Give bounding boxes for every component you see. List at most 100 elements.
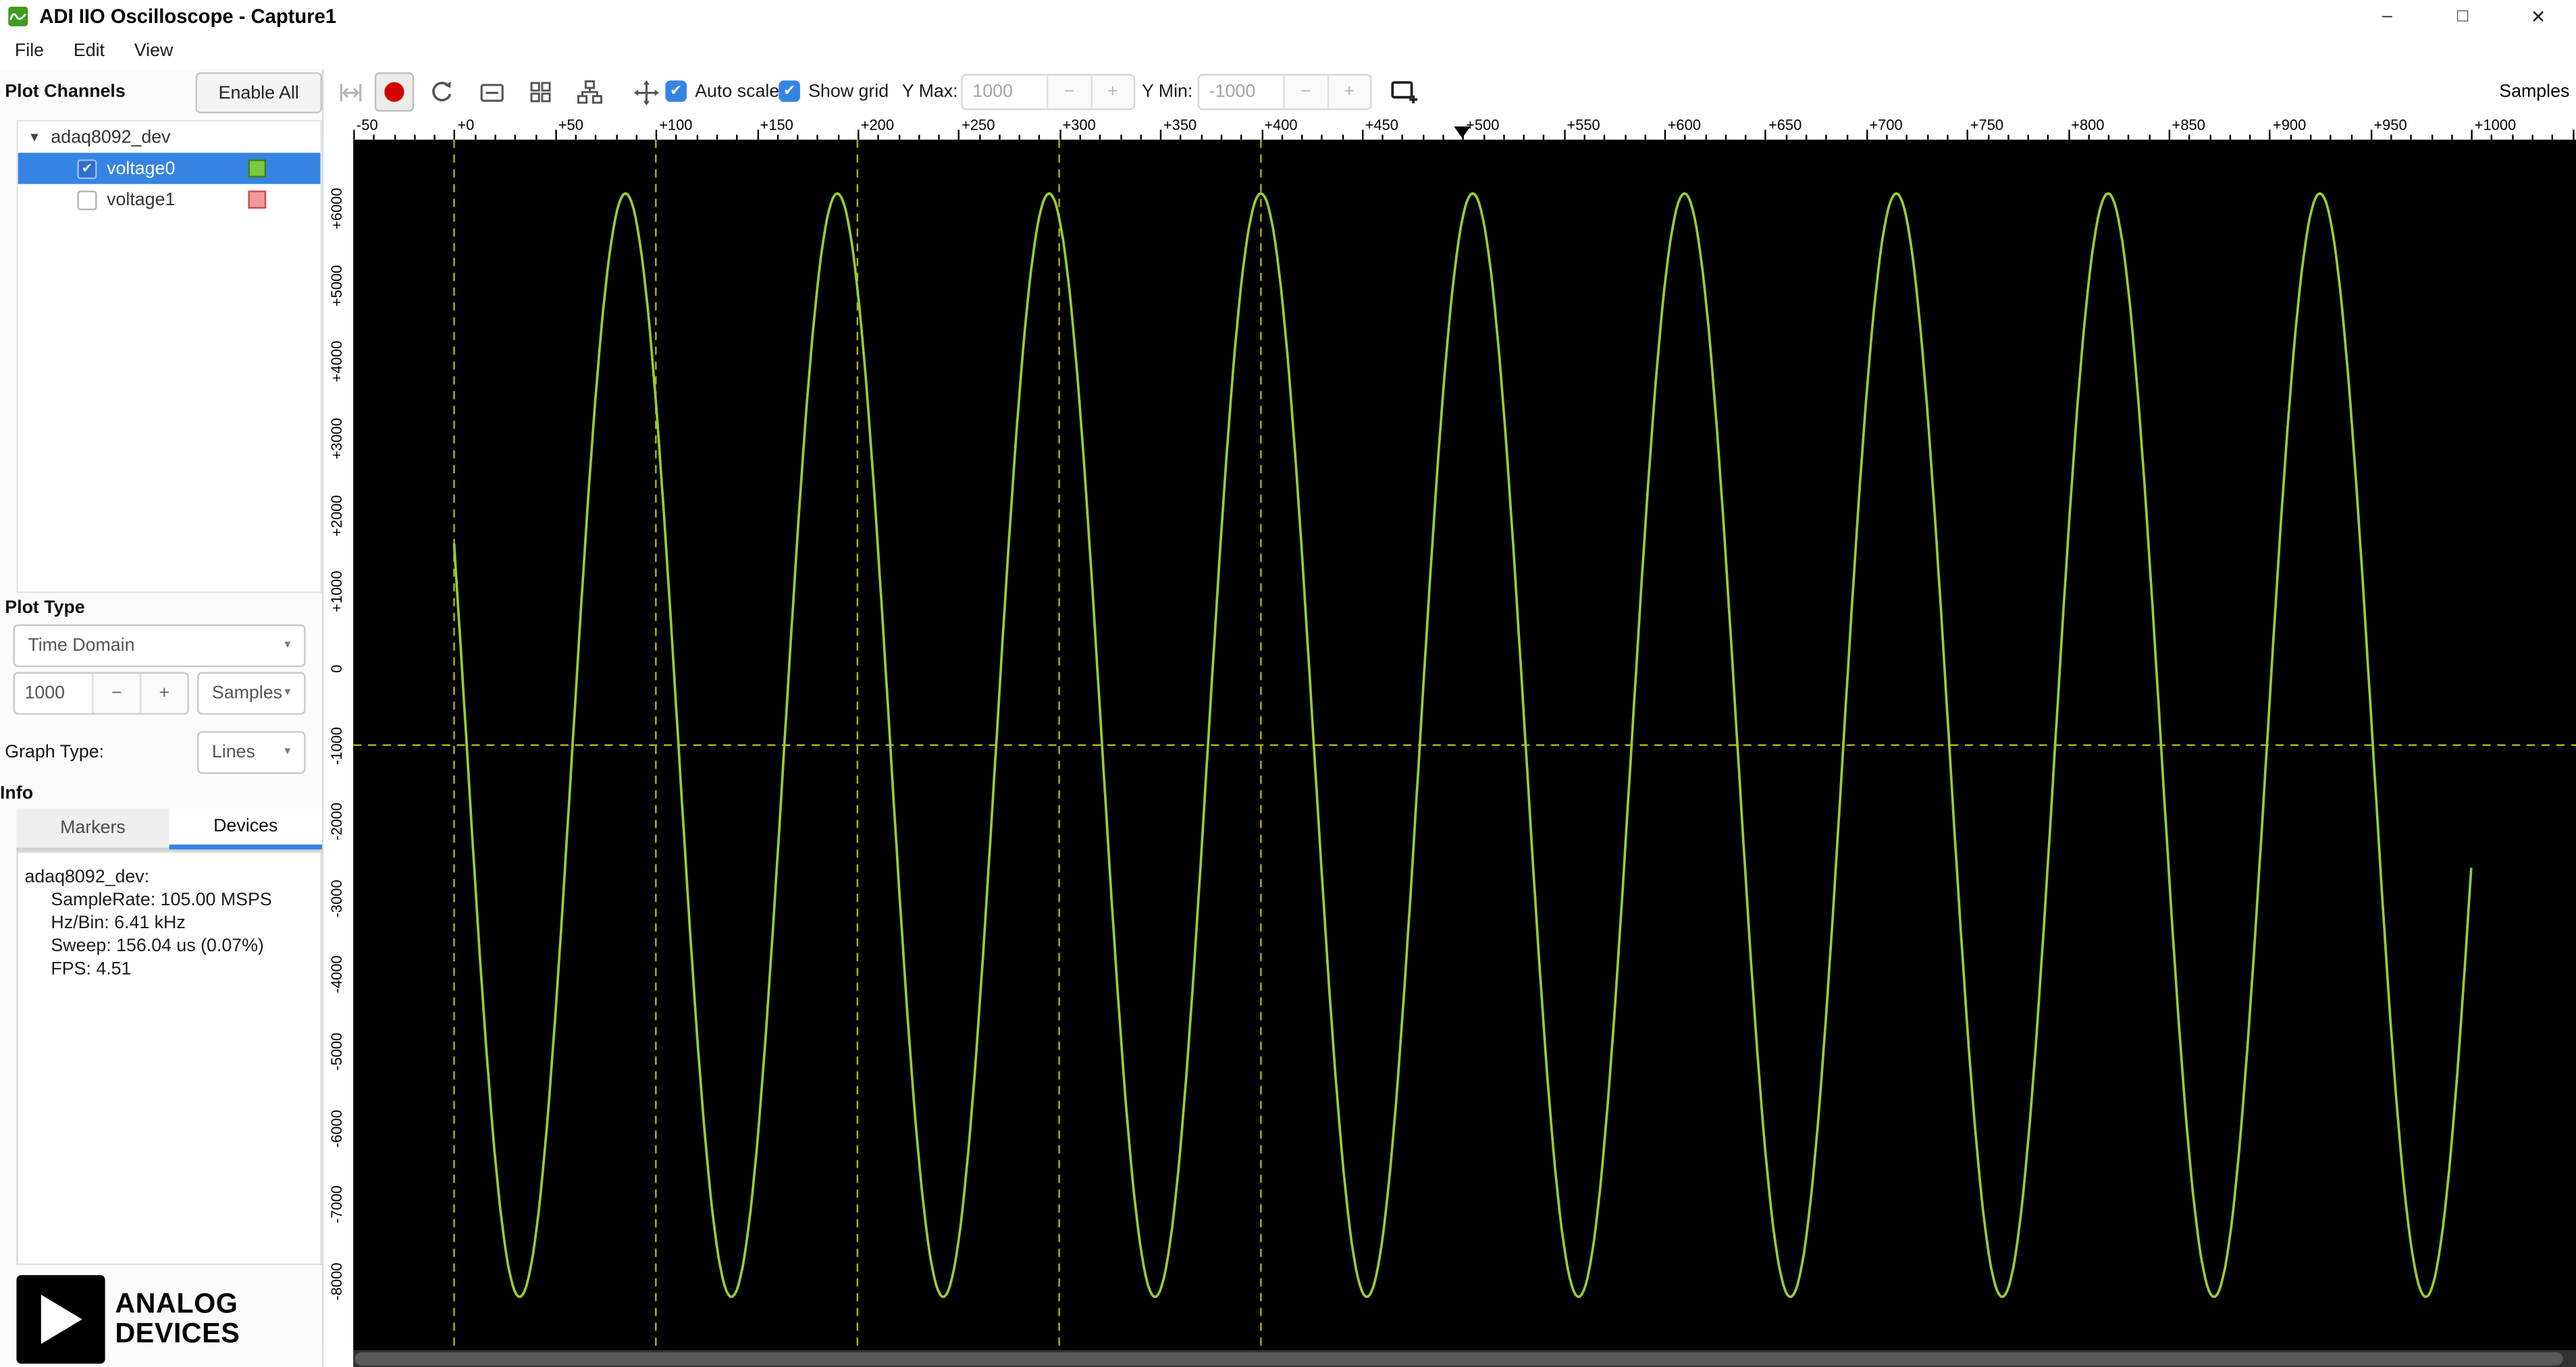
enable-all-button[interactable]: Enable All: [195, 72, 322, 113]
x-tick: [615, 134, 617, 140]
x-tick: [373, 134, 375, 140]
x-tick: [1422, 134, 1424, 140]
device-tree-icon[interactable]: [572, 74, 608, 111]
y-max-decrement-button[interactable]: −: [1047, 75, 1090, 109]
graph-type-dropdown[interactable]: Lines ▼: [196, 731, 306, 774]
y-min-increment-button[interactable]: +: [1326, 75, 1371, 109]
channel-checkbox[interactable]: [77, 190, 97, 210]
x-tick: [515, 134, 517, 140]
x-tick: [1382, 134, 1384, 140]
x-tick-label: +1000: [2474, 116, 2517, 134]
auto-scale-label: Auto scale: [695, 82, 780, 102]
plot-type-dropdown[interactable]: Time Domain ▼: [13, 624, 306, 668]
sample-unit-dropdown[interactable]: Samples ▼: [196, 672, 306, 715]
move-icon[interactable]: [627, 74, 664, 111]
x-tick-label: +350: [1163, 116, 1197, 134]
x-tick-label: +550: [1567, 116, 1600, 134]
capture-button[interactable]: [374, 72, 415, 112]
y-tick-label: +1000: [328, 570, 345, 613]
x-tick: [1402, 134, 1404, 140]
x-tick: [2531, 134, 2533, 140]
x-tick-label: +400: [1264, 116, 1298, 134]
channel-color-swatch[interactable]: [248, 159, 267, 178]
auto-scale-checkbox[interactable]: ✔: [665, 80, 687, 102]
channel-row-voltage1[interactable]: voltage1: [18, 184, 321, 215]
grid-layout-icon[interactable]: [523, 74, 559, 111]
x-tick: [454, 130, 456, 140]
toolbar: ✔ Auto scale ✔ Show grid Y Max: 1000 − +…: [323, 69, 2576, 115]
window-title: ADI IIO Oscilloscope - Capture1: [39, 5, 337, 28]
sample-count-decrement-button[interactable]: −: [92, 673, 140, 714]
graph-type-label: Graph Type:: [5, 743, 105, 763]
ruler[interactable]: -50 +0 +50 +100 +150 +200 +250 +300 +350 +400 +450…: [353, 115, 2576, 140]
x-tick: [1725, 134, 1727, 140]
show-grid-checkbox[interactable]: ✔: [779, 80, 800, 102]
menu-file[interactable]: File: [0, 36, 59, 66]
channel-checkbox[interactable]: ✔: [77, 158, 97, 179]
x-tick: [1966, 130, 1969, 140]
x-tick: [2269, 130, 2271, 140]
tree-group-row[interactable]: ▼ adaq8092_dev: [18, 122, 321, 153]
ruler-marker-icon[interactable]: [1454, 126, 1471, 138]
channel-row-voltage0[interactable]: ✔ voltage0: [18, 153, 321, 184]
x-tick: [1906, 134, 1908, 140]
x-tick: [2249, 134, 2251, 140]
check-icon: ✔: [783, 82, 796, 99]
x-tick: [675, 134, 678, 140]
expander-icon[interactable]: ▼: [28, 130, 44, 144]
y-min-decrement-button[interactable]: −: [1283, 75, 1327, 109]
x-tick: [797, 134, 799, 140]
y-max-increment-button[interactable]: +: [1090, 75, 1134, 109]
x-tick-label: +250: [962, 116, 995, 134]
add-plot-icon[interactable]: [1387, 74, 1423, 111]
close-button[interactable]: ✕: [2500, 0, 2576, 33]
channel-name: voltage0: [107, 158, 176, 179]
x-tick: [1301, 134, 1303, 140]
plot-canvas[interactable]: [353, 139, 2576, 1351]
x-tick: [2370, 130, 2372, 140]
minimize-button[interactable]: –: [2349, 0, 2425, 33]
check-icon: ✔: [81, 160, 93, 176]
x-tick: [1926, 134, 1928, 140]
y-tick-label: -4000: [328, 956, 345, 994]
x-tick: [554, 130, 557, 140]
y-min-input[interactable]: -1000: [1199, 75, 1284, 109]
x-tick: [474, 134, 476, 140]
x-tick-label: +500: [1466, 116, 1500, 134]
x-tick: [938, 134, 940, 140]
y-max-input[interactable]: 1000: [962, 75, 1047, 109]
x-tick: [857, 130, 860, 140]
x-tick: [2188, 134, 2191, 140]
plot-channels-heading: Plot Channels: [5, 82, 126, 102]
tab-markers[interactable]: Markers: [16, 808, 169, 850]
plot-area: -50 +0 +50 +100 +150 +200 +250 +300 +350 +400 +450…: [323, 115, 2576, 1367]
frame-icon[interactable]: [473, 74, 510, 111]
x-axis-unit-label: Samples: [2499, 82, 2570, 102]
x-tick: [2027, 134, 2029, 140]
sample-count-increment-button[interactable]: +: [139, 673, 188, 714]
x-tick-label: +850: [2172, 116, 2205, 134]
channel-color-swatch[interactable]: [248, 190, 267, 209]
x-tick: [1704, 134, 1707, 140]
x-tick: [575, 134, 577, 140]
x-tick: [2168, 130, 2171, 140]
refresh-icon[interactable]: [424, 74, 461, 111]
menu-edit[interactable]: Edit: [59, 36, 120, 66]
x-tick-label: +900: [2272, 116, 2307, 134]
maximize-button[interactable]: □: [2425, 0, 2500, 33]
sample-count-input[interactable]: 1000: [15, 674, 92, 713]
menu-view[interactable]: View: [120, 36, 188, 66]
horizontal-scrollbar[interactable]: [353, 1350, 2576, 1367]
x-tick: [1946, 134, 1949, 140]
x-tick: [897, 134, 900, 140]
x-tick-label: +700: [1869, 116, 1903, 134]
tab-devices[interactable]: Devices: [169, 808, 322, 850]
scrollbar-thumb[interactable]: [354, 1352, 2563, 1366]
y-tick-label: +3000: [328, 417, 345, 460]
device-info-sweep: Sweep: 156.04 us (0.07%): [51, 936, 264, 957]
x-tick: [1281, 134, 1283, 140]
zoom-fit-icon[interactable]: [332, 74, 368, 111]
x-tick-label: +750: [1970, 116, 2004, 134]
x-tick: [1482, 134, 1485, 140]
plot-type-heading: Plot Type: [5, 597, 85, 618]
